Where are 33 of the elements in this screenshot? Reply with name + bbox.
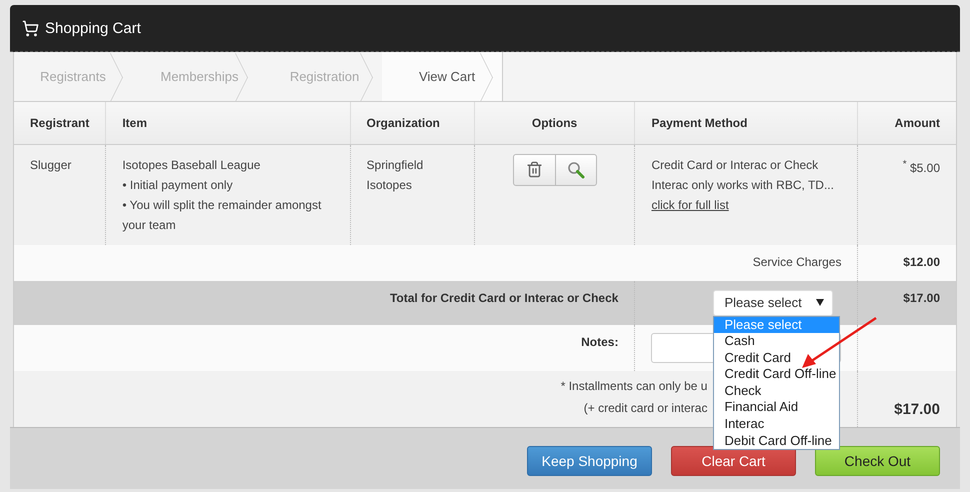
item-name: Isotopes Baseball League — [122, 156, 262, 174]
table-cell: Springfield Isotopes — [350, 144, 474, 244]
item-note: • You will split the remainder amongst your team — [122, 196, 322, 234]
action-button[interactable]: Clear Cart — [671, 446, 796, 476]
amount-cell: $^{*}$ $5.00 — [858, 144, 956, 244]
column-header: Registrant — [14, 102, 106, 144]
table-cell: Slugger — [14, 144, 106, 244]
total-amount: $17.00 — [903, 290, 940, 304]
footnote-text: * Installments can only be u — [560, 378, 708, 394]
footnote-text: (+ credit card or interac — [582, 400, 708, 416]
column-header: Item — [106, 102, 350, 144]
service-charges-label: Service Charges — [752, 254, 842, 268]
payment-select[interactable]: Please select — [713, 290, 834, 316]
notes-label: Notes: — [581, 334, 618, 348]
column-header: Amount — [858, 102, 956, 144]
payment-methods: Credit Card or Interac or Check — [651, 156, 820, 174]
cart-icon — [22, 20, 39, 36]
action-button[interactable]: Check Out — [815, 446, 940, 476]
payment-note: Interac only works with RBC, TD... — [651, 176, 835, 194]
full-list-link[interactable]: click for full list — [651, 198, 729, 212]
service-charges-amount: $12.00 — [903, 254, 940, 268]
panel-title: Shopping Cart — [45, 20, 141, 36]
column-header: Options — [474, 102, 635, 144]
grand-total: $17.00 — [893, 400, 940, 418]
search-icon — [566, 160, 585, 178]
caret-icon — [816, 299, 824, 306]
action-button[interactable]: Keep Shopping — [527, 446, 652, 476]
total-label: Total for Credit Card or Interac or Check — [390, 290, 618, 304]
column-header: Payment Method — [634, 102, 858, 144]
item-note: • Initial payment only — [122, 176, 234, 194]
column-header: Organization — [350, 102, 474, 144]
trash-icon — [526, 161, 543, 178]
breadcrumb-step[interactable]: View Cart — [382, 52, 502, 101]
